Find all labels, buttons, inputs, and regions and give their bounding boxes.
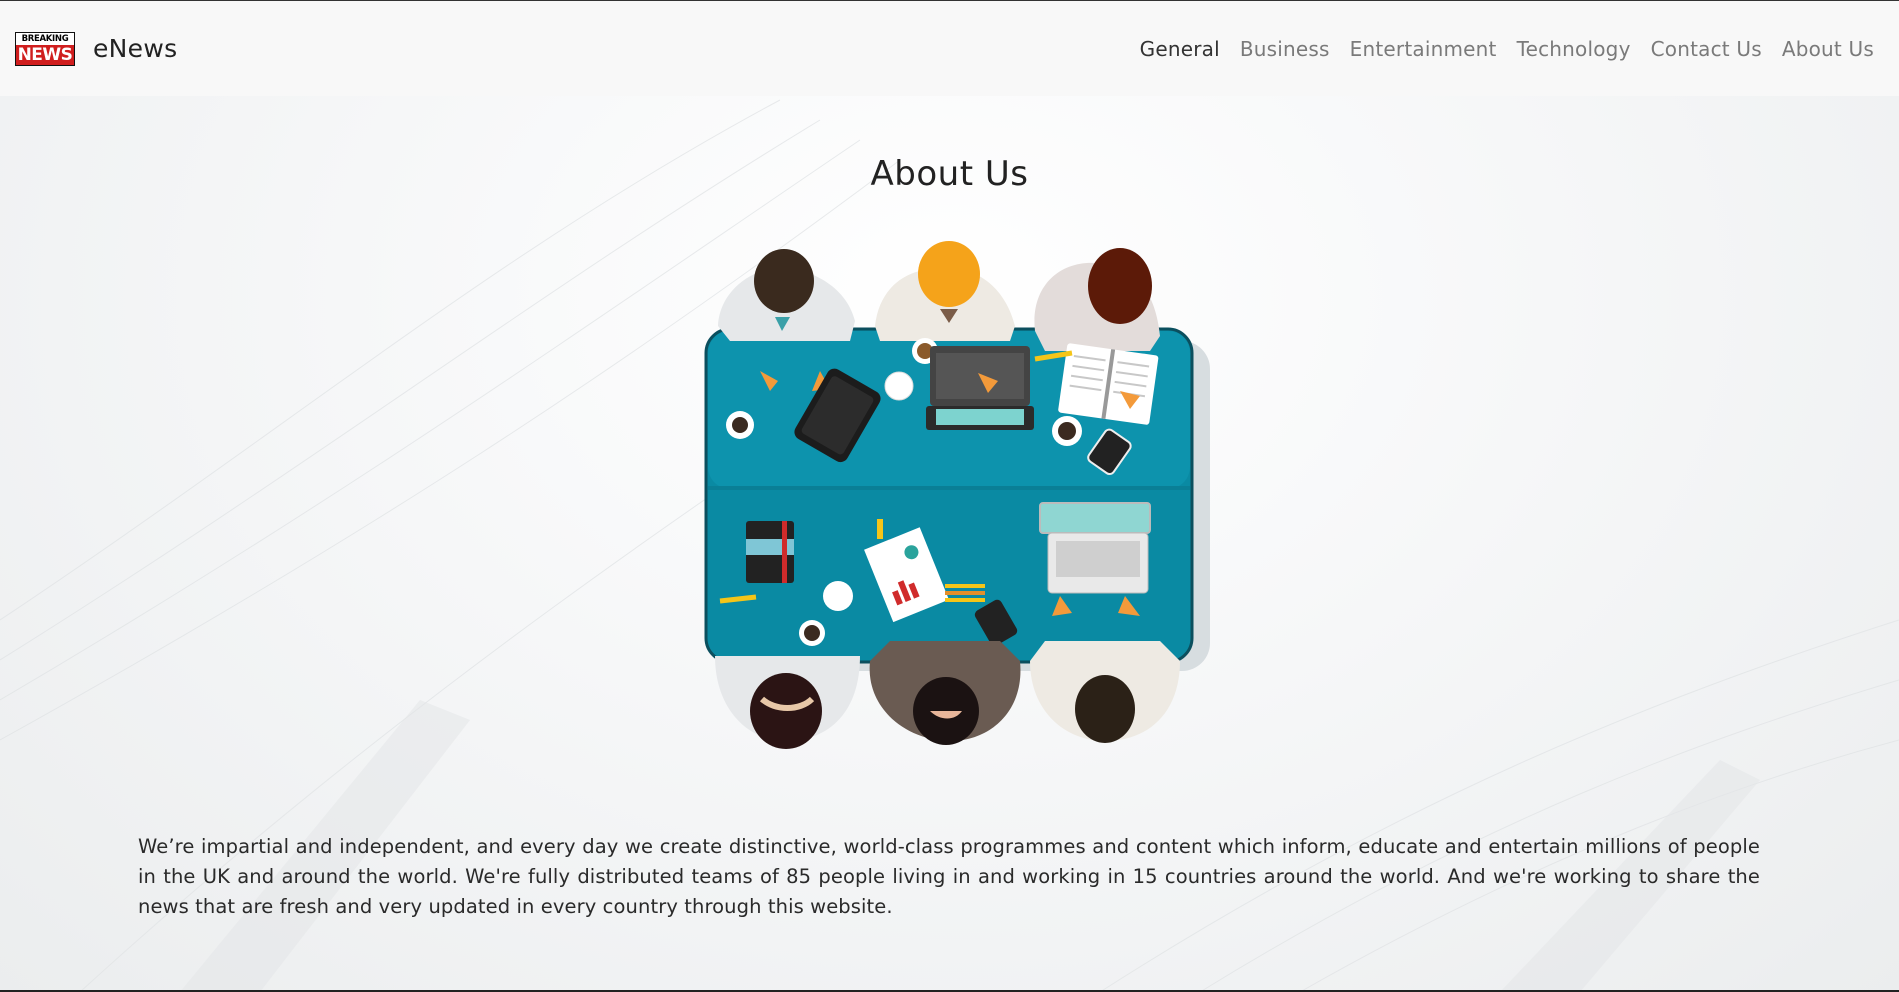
team-meeting-illustration	[700, 241, 1220, 761]
nav-link-business[interactable]: Business	[1240, 37, 1330, 61]
nav-link-contact-us[interactable]: Contact Us	[1651, 37, 1762, 61]
person-bottom-middle	[869, 641, 1021, 745]
person-top-middle	[875, 241, 1015, 341]
person-top-right	[1034, 248, 1160, 351]
nav-link-about-us[interactable]: About Us	[1782, 37, 1874, 61]
nav-link-general[interactable]: General	[1140, 37, 1220, 61]
navbar: BREAKING NEWS eNews General Business Ent…	[0, 1, 1899, 96]
person-bottom-right	[1030, 641, 1180, 743]
laptop-bottom	[1039, 502, 1151, 594]
book-bottom	[746, 521, 794, 583]
logo-bottom-text: NEWS	[16, 44, 74, 65]
page-title: About Us	[870, 154, 1029, 194]
breaking-news-logo: BREAKING NEWS	[15, 31, 75, 66]
about-description: We’re impartial and independent, and eve…	[138, 835, 1760, 918]
nav-links: General Business Entertainment Technolog…	[1140, 1, 1874, 96]
nav-link-technology[interactable]: Technology	[1517, 37, 1631, 61]
person-bottom-left	[715, 656, 860, 749]
top-border	[0, 0, 1899, 1]
brand-name[interactable]: eNews	[93, 34, 177, 63]
notebook-top	[1058, 343, 1159, 425]
nav-link-entertainment[interactable]: Entertainment	[1350, 37, 1497, 61]
brand[interactable]: BREAKING NEWS eNews	[15, 31, 177, 66]
laptop-top	[926, 346, 1034, 430]
